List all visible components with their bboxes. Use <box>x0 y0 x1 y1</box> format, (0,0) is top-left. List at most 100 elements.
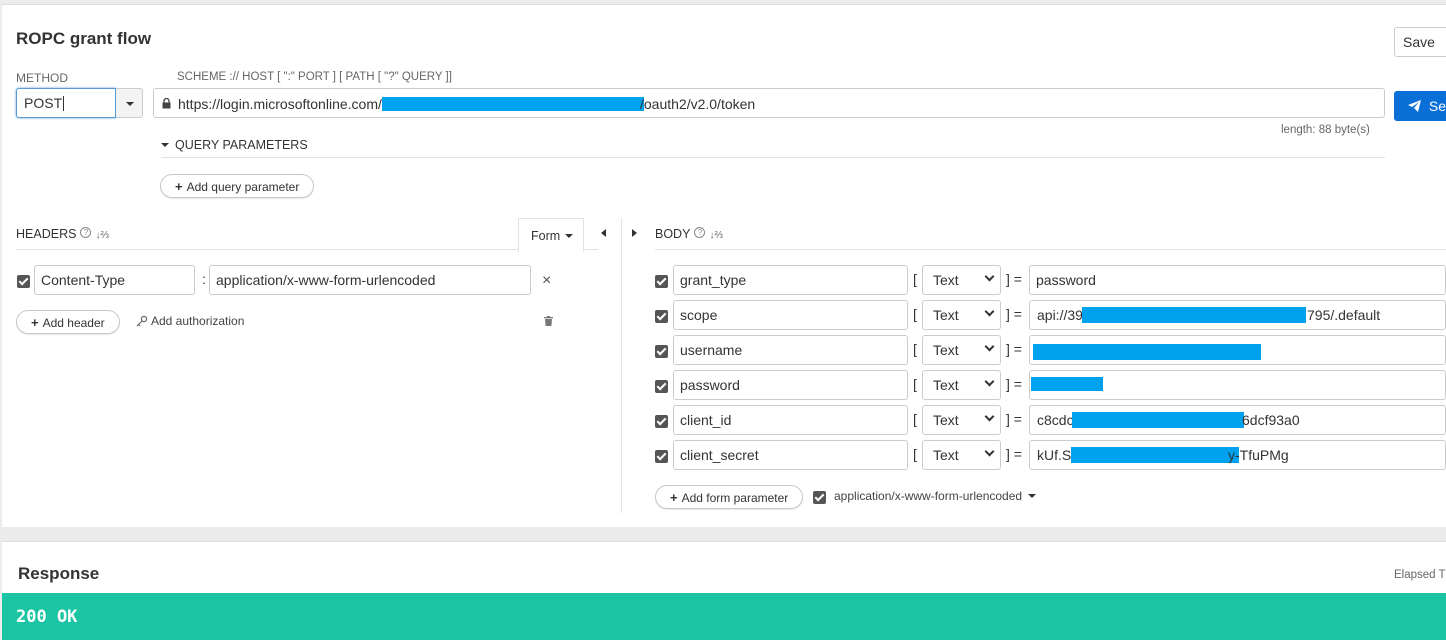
body-param-type-select[interactable]: Text <box>922 265 1001 295</box>
plus-icon: + <box>31 315 39 330</box>
save-button[interactable]: Save <box>1394 27 1446 57</box>
header-enabled-checkbox[interactable] <box>17 275 30 288</box>
encoding-label: application/x-www-form-urlencoded <box>834 489 1023 503</box>
colon-separator: : <box>202 271 206 287</box>
divider <box>161 157 1385 158</box>
text-cursor <box>63 96 65 111</box>
body-param-checkbox[interactable] <box>655 275 668 288</box>
body-param-name[interactable]: client_id <box>673 405 908 435</box>
bracket-separator: [ <box>913 411 917 427</box>
method-dropdown-button[interactable] <box>116 88 143 118</box>
status-badge: 200 OK <box>2 593 1446 640</box>
url-length: length: 88 byte(s) <box>1281 124 1370 136</box>
bracket-separator: [ <box>913 271 917 287</box>
bracket-equals-separator: ] = <box>1006 411 1022 427</box>
body-param-name[interactable]: client_secret <box>673 440 908 470</box>
bracket-separator: [ <box>913 306 917 322</box>
query-parameters-toggle[interactable]: QUERY PARAMETERS <box>161 138 308 152</box>
url-scheme-label: SCHEME :// HOST [ ":" PORT ] [ PATH [ "?… <box>177 71 452 83</box>
value-suffix: y-TfuPMg <box>1228 447 1289 463</box>
url-input[interactable]: https://login.microsoftonline.com/ /oaut… <box>153 88 1385 118</box>
body-param-checkbox[interactable] <box>655 380 668 393</box>
caret-down-icon <box>565 234 574 238</box>
body-param-type-select[interactable]: Text <box>922 300 1001 330</box>
add-authorization-link[interactable]: Add authorization <box>151 314 244 328</box>
body-param-name[interactable]: scope <box>673 300 908 330</box>
method-value: POST <box>24 95 63 111</box>
body-param-type-select[interactable]: Text <box>922 440 1001 470</box>
add-header-button[interactable]: + Add header <box>16 310 120 334</box>
request-title: ROPC grant flow <box>16 29 152 48</box>
method-label: METHOD <box>16 71 68 85</box>
trash-icon[interactable] <box>544 316 553 326</box>
send-button[interactable]: Se <box>1394 91 1446 121</box>
body-param-value[interactable]: kUf.S y-TfuPMg <box>1029 440 1446 470</box>
close-icon[interactable]: × <box>542 272 551 290</box>
response-panel: Response Elapsed T 200 OK <box>2 541 1446 640</box>
caret-down-icon <box>1028 494 1037 498</box>
value-prefix: api://39 <box>1037 307 1083 323</box>
divider <box>16 249 518 250</box>
header-value-field[interactable]: application/x-www-form-urlencoded <box>209 265 531 295</box>
chevron-down-icon <box>984 271 995 282</box>
value-suffix: 795/.default <box>1307 307 1381 323</box>
value-prefix: kUf.S <box>1037 447 1072 463</box>
body-param-checkbox[interactable] <box>655 450 668 463</box>
bracket-separator: [ <box>913 376 917 392</box>
url-prefix: https://login.microsoftonline.com/ <box>178 96 382 112</box>
sort-icon[interactable]: ↓⅔ <box>95 230 108 241</box>
panel-divider[interactable] <box>621 218 622 513</box>
chevron-down-icon <box>984 376 995 387</box>
redaction-bar <box>1033 344 1261 360</box>
headers-label: HEADERS <box>16 227 77 241</box>
bracket-equals-separator: ] = <box>1006 271 1022 287</box>
body-param-value[interactable]: c8cdc 6dcf93a0 <box>1029 405 1446 435</box>
method-input[interactable]: POST <box>16 88 116 118</box>
request-panel: ROPC grant flow Save METHOD SCHEME :// H… <box>2 4 1446 527</box>
type-value: Text <box>933 412 959 428</box>
add-form-parameter-button[interactable]: + Add form parameter <box>655 485 803 509</box>
body-param-checkbox[interactable] <box>655 310 668 323</box>
collapse-left-icon[interactable] <box>601 229 606 237</box>
body-param-type-select[interactable]: Text <box>922 370 1001 400</box>
body-param-value[interactable]: api://39 795/.default <box>1029 300 1446 330</box>
collapse-right-icon[interactable] <box>632 229 637 237</box>
headers-header: HEADERS? ↓⅔ <box>16 227 109 241</box>
bracket-equals-separator: ] = <box>1006 446 1022 462</box>
type-value: Text <box>933 342 959 358</box>
chevron-down-icon <box>984 446 995 457</box>
body-param-checkbox[interactable] <box>655 415 668 428</box>
value-suffix: 6dcf93a0 <box>1242 412 1300 428</box>
type-value: Text <box>933 307 959 323</box>
plus-icon: + <box>175 179 183 194</box>
redaction-bar <box>1072 412 1244 428</box>
headers-form-toggle[interactable]: Form <box>518 218 584 252</box>
plus-icon: + <box>670 490 678 505</box>
body-param-value[interactable] <box>1029 370 1446 400</box>
help-icon[interactable]: ? <box>80 227 92 238</box>
bracket-separator: [ <box>913 446 917 462</box>
caret-down-icon <box>126 102 134 106</box>
encoding-dropdown[interactable]: application/x-www-form-urlencoded <box>834 489 1037 503</box>
redaction-bar <box>382 97 644 111</box>
body-param-type-select[interactable]: Text <box>922 335 1001 365</box>
lock-icon <box>162 98 171 109</box>
body-param-name[interactable]: username <box>673 335 908 365</box>
query-parameters-label: QUERY PARAMETERS <box>175 138 308 152</box>
body-param-checkbox[interactable] <box>655 345 668 358</box>
elapsed-time-label: Elapsed T <box>1394 569 1446 581</box>
header-name-field[interactable]: Content-Type <box>34 265 195 295</box>
type-value: Text <box>933 447 959 463</box>
help-icon[interactable]: ? <box>694 227 706 238</box>
key-icon <box>136 315 148 327</box>
body-label: BODY <box>655 227 691 241</box>
encoding-checkbox[interactable] <box>813 491 826 504</box>
sort-icon[interactable]: ↓⅔ <box>709 230 722 241</box>
add-query-parameter-button[interactable]: + Add query parameter <box>160 174 314 198</box>
body-param-name[interactable]: password <box>673 370 908 400</box>
add-query-label: Add query parameter <box>186 180 300 194</box>
body-param-value[interactable] <box>1029 335 1446 365</box>
body-param-type-select[interactable]: Text <box>922 405 1001 435</box>
body-param-name[interactable]: grant_type <box>673 265 908 295</box>
body-param-value[interactable]: password <box>1029 265 1446 295</box>
